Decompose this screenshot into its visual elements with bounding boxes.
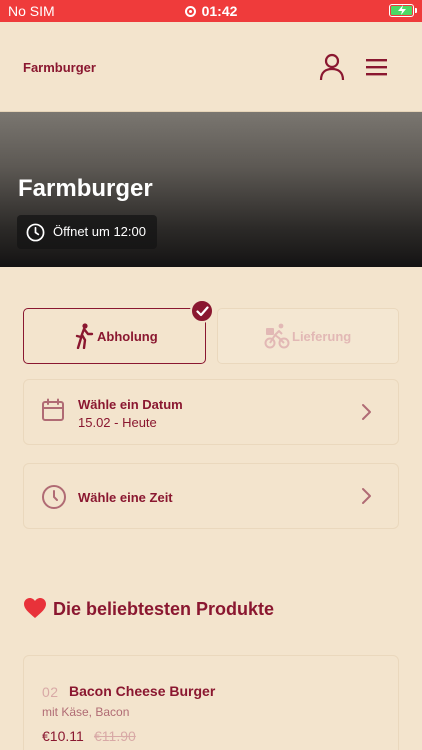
popular-products-heading: Die beliebtesten Produkte bbox=[23, 597, 274, 620]
battery-icon bbox=[389, 4, 417, 17]
menu-icon[interactable] bbox=[364, 55, 390, 79]
pickup-label: Abholung bbox=[97, 329, 158, 344]
pickup-option[interactable]: Abholung bbox=[23, 308, 206, 364]
chevron-right-icon bbox=[362, 488, 371, 504]
clock-icon bbox=[42, 485, 66, 509]
selected-check-icon bbox=[190, 299, 214, 323]
product-name: Bacon Cheese Burger bbox=[69, 683, 216, 699]
location-icon bbox=[184, 6, 196, 17]
delivery-label: Lieferung bbox=[292, 329, 352, 344]
time-picker-title: Wähle eine Zeit bbox=[78, 490, 173, 505]
clock-time: 01:42 bbox=[201, 3, 238, 19]
opening-badge: Öffnet um 12:00 bbox=[17, 215, 157, 249]
app-header: Farmburger bbox=[0, 22, 422, 112]
walking-person-icon bbox=[75, 323, 94, 349]
calendar-icon bbox=[42, 398, 64, 421]
chevron-right-icon bbox=[362, 404, 371, 420]
restaurant-title: Farmburger bbox=[18, 175, 153, 202]
restaurant-hero: Farmburger Öffnet um 12:00 bbox=[0, 112, 422, 267]
status-bar: No SIM 01:42 bbox=[0, 0, 422, 22]
date-picker-value: 15.02 - Heute bbox=[78, 415, 157, 430]
date-picker-card[interactable]: Wähle ein Datum 15.02 - Heute bbox=[23, 379, 399, 445]
product-number: 02 bbox=[42, 684, 59, 700]
product-description: mit Käse, Bacon bbox=[42, 705, 130, 719]
delivery-option[interactable]: Lieferung bbox=[217, 308, 399, 364]
product-price: €10.11 bbox=[42, 728, 84, 744]
date-picker-title: Wähle ein Datum bbox=[78, 397, 183, 412]
product-card[interactable]: 02 Bacon Cheese Burger mit Käse, Bacon €… bbox=[23, 655, 399, 750]
clock-icon bbox=[26, 223, 45, 242]
opening-time: Öffnet um 12:00 bbox=[53, 224, 146, 239]
brand-name[interactable]: Farmburger bbox=[23, 60, 96, 75]
product-old-price: €11.90 bbox=[94, 728, 136, 744]
time-picker-card[interactable]: Wähle eine Zeit bbox=[23, 463, 399, 529]
user-icon[interactable] bbox=[318, 53, 346, 81]
bicycle-courier-icon bbox=[264, 323, 290, 349]
heart-icon bbox=[24, 598, 46, 618]
